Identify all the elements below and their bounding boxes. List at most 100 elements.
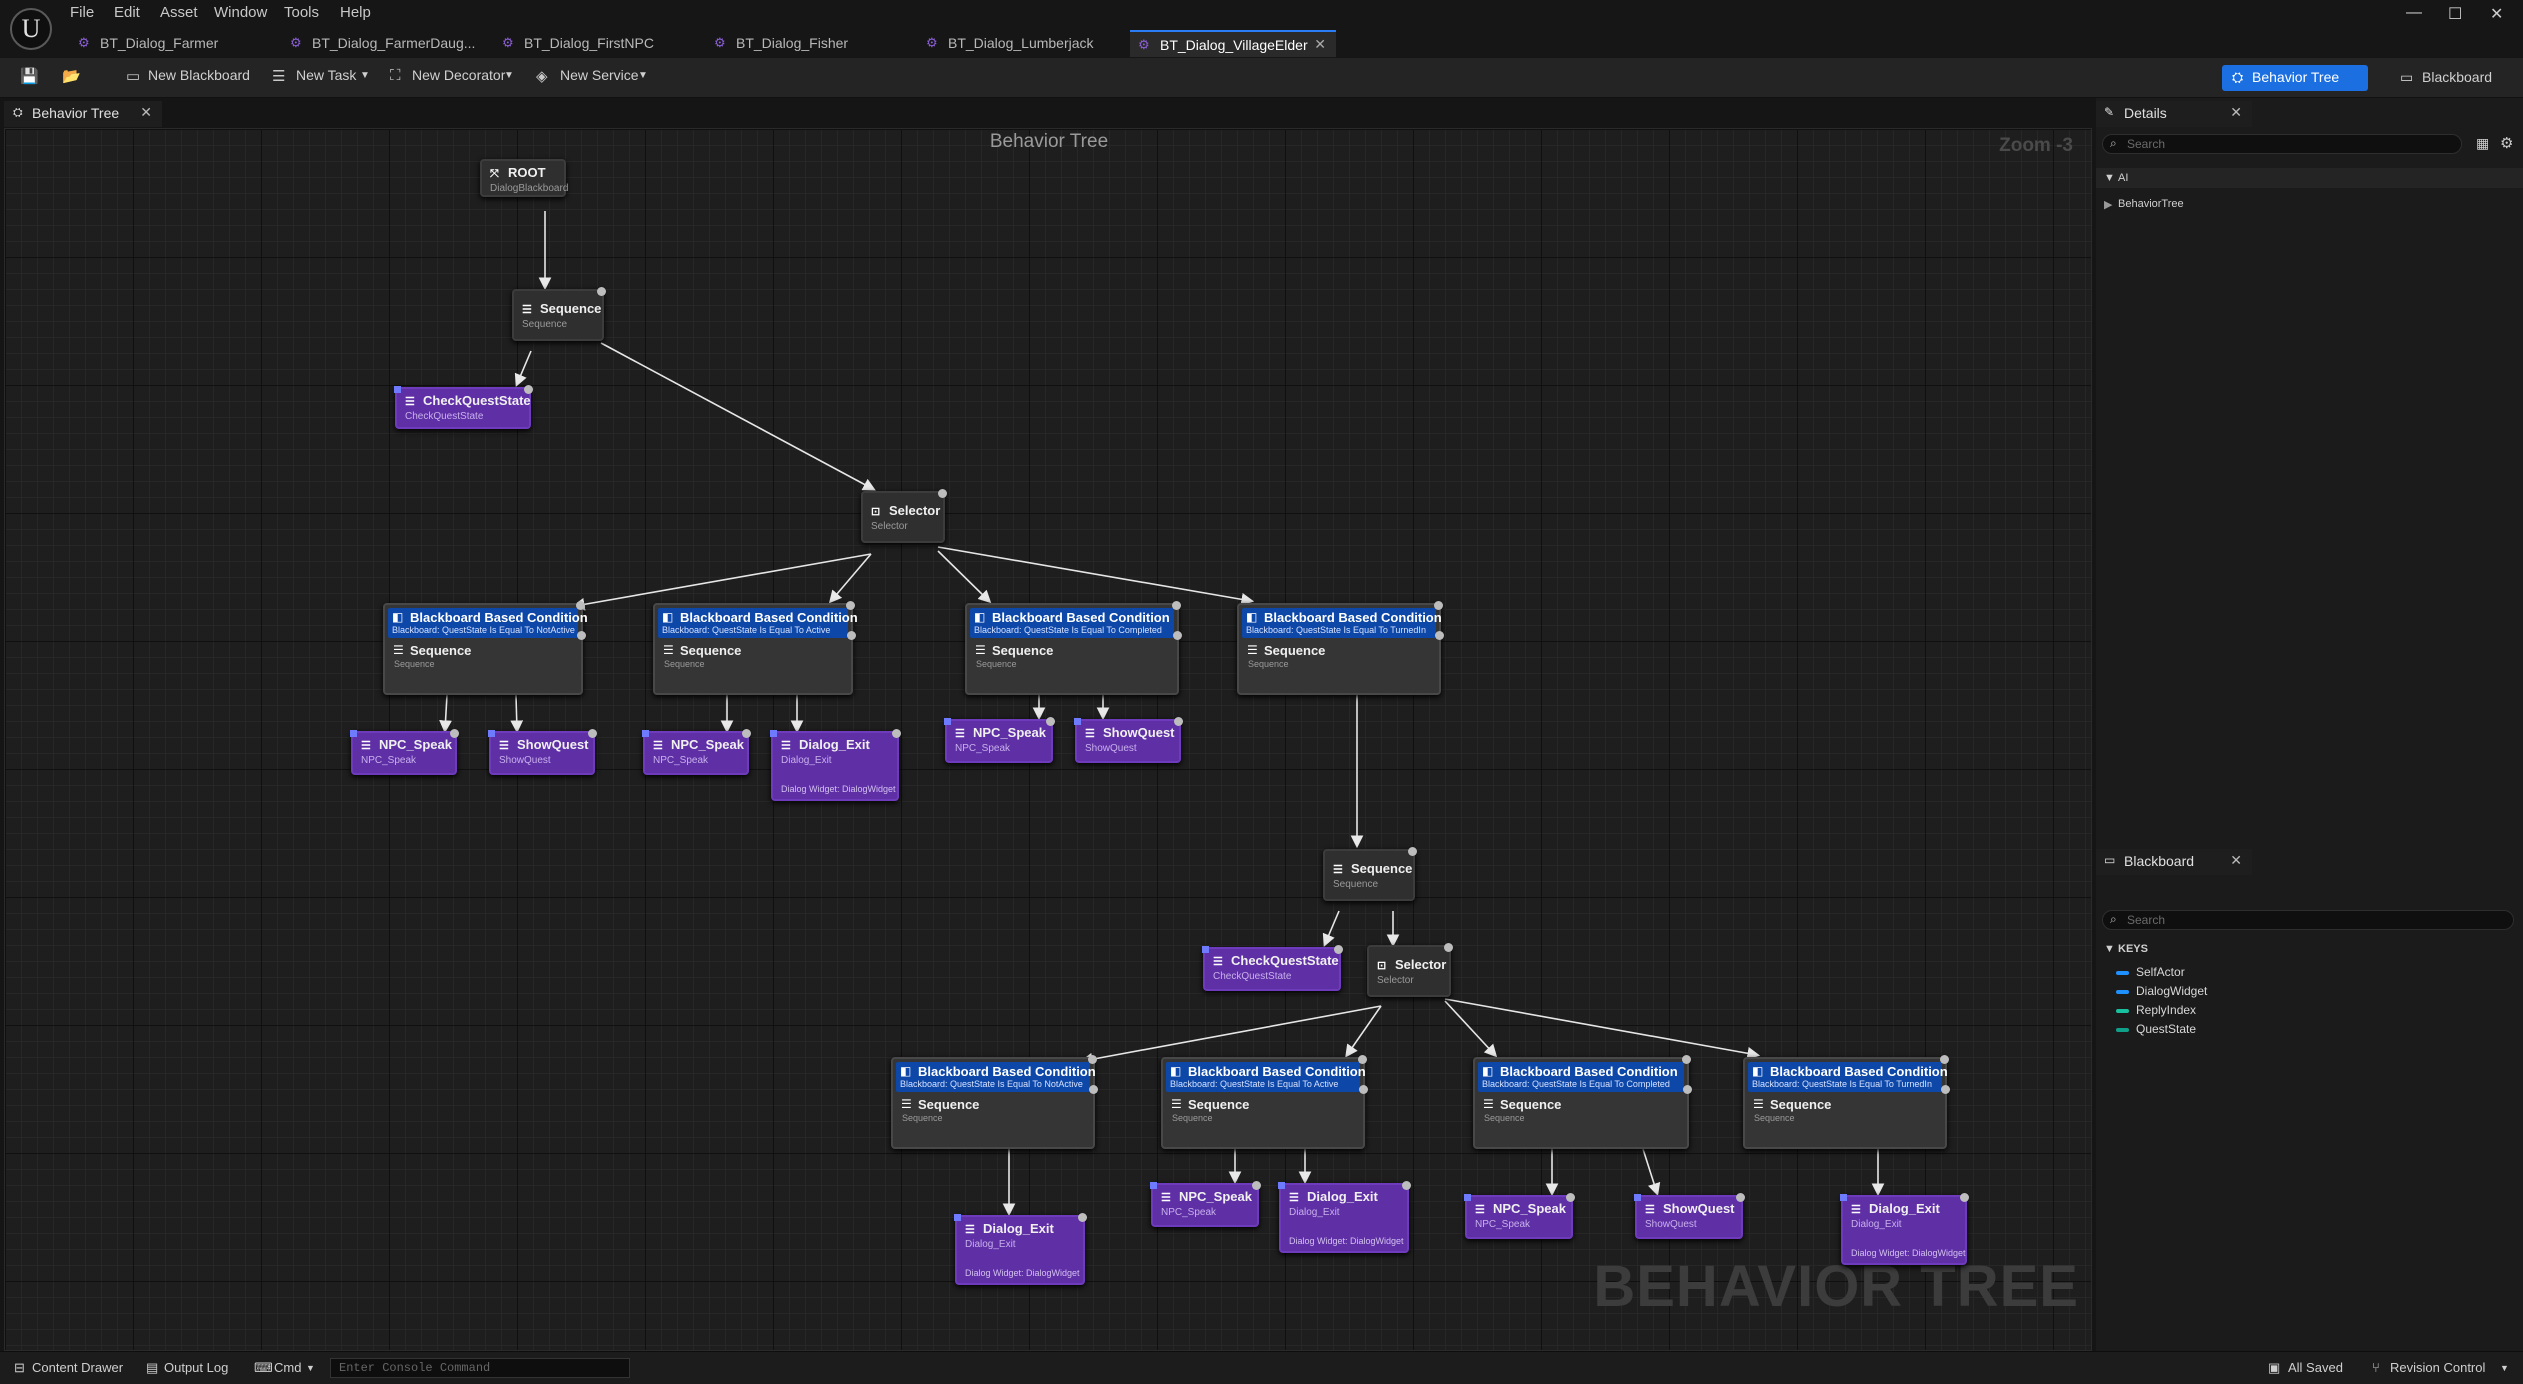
task-node-dialog-exit[interactable]: ☰ Dialog_Exit Dialog_Exit Dialog Widget: …: [770, 729, 901, 801]
task-icon: ☰: [1851, 1204, 1861, 1216]
close-tab-icon[interactable]: ✕: [2230, 852, 2242, 869]
revision-control-button[interactable]: Revision Control: [2390, 1360, 2485, 1375]
tab-details[interactable]: ✎ Details ✕: [2096, 101, 2252, 127]
wire: [937, 550, 992, 604]
minimize-icon[interactable]: —: [2406, 4, 2422, 22]
tab-bt-dialog-farmerdaughter[interactable]: ⚙ BT_Dialog_FarmerDaug...: [282, 30, 487, 57]
task-node-showquest[interactable]: ☰ ShowQuest ShowQuest: [488, 729, 597, 775]
task-icon: ☰: [405, 396, 415, 408]
chevron-down-icon: ▼: [2104, 172, 2115, 184]
behavior-tree-graph[interactable]: Behavior Tree Zoom -3 BEHAVIOR TREE ⤧ ROO…: [4, 128, 2092, 1351]
new-service-button[interactable]: New Service: [560, 67, 639, 83]
wire: [1079, 1005, 1382, 1066]
tab-behavior-tree-graph[interactable]: ⛭ Behavior Tree ✕: [4, 101, 162, 127]
close-tab-icon[interactable]: ✕: [1314, 36, 1326, 53]
content-drawer-button[interactable]: Content Drawer: [32, 1360, 123, 1375]
blackboard-decorator[interactable]: ◧ Blackboard Based Condition Blackboard: Q…: [388, 608, 588, 638]
blackboard-icon: ▭: [2400, 69, 2414, 85]
task-node-showquest[interactable]: ☰ ShowQuest ShowQuest: [1634, 1193, 1745, 1239]
task-node-npc-speak[interactable]: ☰ NPC_Speak NPC_Speak: [944, 717, 1055, 763]
condition-sequence-node[interactable]: ◧ Blackboard Based Condition Blackboard: Q…: [965, 601, 1182, 695]
task-node-dialog-exit[interactable]: ☰ Dialog_Exit Dialog_Exit Dialog Widget: …: [954, 1213, 1087, 1285]
condition-sequence-node[interactable]: ◧ Blackboard Based Condition Blackboard: Q…: [1161, 1055, 1368, 1149]
blackboard-decorator[interactable]: ◧ Blackboard Based Condition Blackboard: Q…: [1478, 1062, 1684, 1092]
menu-window[interactable]: Window: [214, 4, 267, 21]
tab-blackboard[interactable]: ▭ Blackboard ✕: [2096, 849, 2252, 875]
task-node-npc-speak[interactable]: ☰ NPC_Speak NPC_Speak: [1464, 1193, 1575, 1239]
sequence-node[interactable]: ☰ Sequence Sequence: [1323, 847, 1417, 901]
cmd-selector[interactable]: Cmd: [274, 1360, 301, 1375]
zoom-level: Zoom -3: [1999, 135, 2073, 156]
blackboard-decorator[interactable]: ◧ Blackboard Based Condition Blackboard: Q…: [1242, 608, 1442, 638]
new-decorator-button[interactable]: New Decorator: [412, 67, 505, 83]
console-command-input[interactable]: Enter Console Command: [330, 1358, 630, 1378]
close-tab-icon[interactable]: ✕: [2230, 104, 2242, 121]
sequence-icon: ☰: [522, 304, 532, 316]
condition-sequence-node[interactable]: ◧ Blackboard Based Condition Blackboard: Q…: [653, 601, 858, 695]
execution-order-pin: [1172, 601, 1181, 610]
wire: [937, 546, 1255, 606]
menu-edit[interactable]: Edit: [114, 4, 140, 21]
close-tab-icon[interactable]: ✕: [140, 104, 152, 121]
task-icon: ☰: [781, 740, 791, 752]
task-node-showquest[interactable]: ☰ ShowQuest ShowQuest: [1074, 717, 1183, 763]
task-node-checkqueststate[interactable]: ☰ CheckQuestState CheckQuestState: [1202, 945, 1343, 991]
behavior-tree-mode-button[interactable]: ⛭ Behavior Tree: [2222, 65, 2368, 91]
selector-node[interactable]: ⊡ Selector Selector: [1367, 943, 1453, 997]
root-node[interactable]: ⤧ ROOT DialogBlackboard: [480, 159, 568, 197]
task-node-dialog-exit[interactable]: ☰ Dialog_Exit Dialog_Exit Dialog Widget: …: [1278, 1181, 1411, 1253]
blackboard-search-input[interactable]: ⌕ Search: [2102, 910, 2514, 930]
menu-file[interactable]: File: [70, 4, 94, 21]
condition-sequence-node[interactable]: ◧ Blackboard Based Condition Blackboard: Q…: [1237, 601, 1444, 695]
task-node-npc-speak[interactable]: ☰ NPC_Speak NPC_Speak: [350, 729, 459, 775]
blackboard-decorator[interactable]: ◧ Blackboard Based Condition Blackboard: Q…: [1166, 1062, 1366, 1092]
condition-sequence-node[interactable]: ◧ Blackboard Based Condition Blackboard: Q…: [1743, 1055, 1950, 1149]
condition-sequence-node[interactable]: ◧ Blackboard Based Condition Blackboard: Q…: [383, 601, 588, 695]
close-window-icon[interactable]: ✕: [2490, 4, 2503, 24]
wire: [600, 342, 876, 491]
blackboard-key-queststate[interactable]: QuestState: [2116, 1022, 2196, 1036]
sequence-node[interactable]: ☰ Sequence Sequence: [512, 287, 606, 341]
selector-node[interactable]: ⊡ Selector Selector: [861, 489, 947, 543]
blackboard-key-dialogwidget[interactable]: DialogWidget: [2116, 984, 2207, 998]
condition-sequence-node[interactable]: ◧ Blackboard Based Condition Blackboard: Q…: [1473, 1055, 1692, 1149]
blackboard-decorator[interactable]: ◧ Blackboard Based Condition Blackboard: Q…: [1748, 1062, 1948, 1092]
output-log-button[interactable]: Output Log: [164, 1360, 228, 1375]
condition-sequence-node[interactable]: ◧ Blackboard Based Condition Blackboard: Q…: [891, 1055, 1098, 1149]
blackboard-mode-button[interactable]: ▭ Blackboard: [2390, 65, 2510, 91]
save-icon[interactable]: 💾: [20, 67, 39, 85]
wire: [828, 553, 872, 604]
tab-bt-dialog-firstnpc[interactable]: ⚙ BT_Dialog_FirstNPC: [494, 30, 699, 57]
new-task-button[interactable]: New Task: [296, 67, 356, 83]
tab-bt-dialog-villageelder[interactable]: ⚙ BT_Dialog_VillageElder ✕: [1130, 30, 1336, 57]
gear-icon[interactable]: ⚙: [2500, 134, 2513, 152]
blackboard-decorator[interactable]: ◧ Blackboard Based Condition Blackboard: Q…: [896, 1062, 1096, 1092]
tab-bt-dialog-farmer[interactable]: ⚙ BT_Dialog_Farmer: [70, 30, 275, 57]
all-saved-status[interactable]: All Saved: [2288, 1360, 2343, 1375]
tab-bt-dialog-fisher[interactable]: ⚙ BT_Dialog_Fisher: [706, 30, 911, 57]
maximize-icon[interactable]: ☐: [2448, 4, 2462, 24]
task-node-npc-speak[interactable]: ☰ NPC_Speak NPC_Speak: [1150, 1181, 1261, 1227]
task-icon: ☰: [1645, 1204, 1655, 1216]
revision-control-icon: ⑂: [2372, 1360, 2380, 1375]
task-icon: ☰: [1085, 728, 1095, 740]
task-node-checkqueststate[interactable]: ☰ CheckQuestState CheckQuestState: [394, 385, 533, 429]
details-search-input[interactable]: ⌕ Search: [2102, 134, 2462, 154]
details-property-behaviortree[interactable]: ▶ BehaviorTree: [2096, 194, 2523, 214]
menu-help[interactable]: Help: [340, 4, 371, 21]
menu-asset[interactable]: Asset: [160, 4, 198, 21]
blackboard-decorator[interactable]: ◧ Blackboard Based Condition Blackboard: Q…: [658, 608, 858, 638]
new-blackboard-button[interactable]: New Blackboard: [148, 67, 250, 83]
browse-icon[interactable]: 📂: [62, 67, 81, 85]
task-node-dialog-exit[interactable]: ☰ Dialog_Exit Dialog_Exit Dialog Widget: …: [1840, 1193, 1969, 1265]
tab-bt-dialog-lumberjack[interactable]: ⚙ BT_Dialog_Lumberjack: [918, 30, 1123, 57]
blackboard-decorator[interactable]: ◧ Blackboard Based Condition Blackboard: Q…: [970, 608, 1174, 638]
details-category-ai[interactable]: ▼ AI: [2096, 168, 2523, 188]
menu-tools[interactable]: Tools: [284, 4, 319, 21]
blackboard-key-replyindex[interactable]: ReplyIndex: [2116, 1003, 2196, 1017]
blackboard-key-selfactor[interactable]: SelfActor: [2116, 965, 2185, 979]
details-panel: ✎ Details ✕ ⌕ Search ▦ ⚙ ▼ AI ▶ Behavior…: [2096, 98, 2523, 848]
table-view-icon[interactable]: ▦: [2476, 135, 2489, 152]
task-node-npc-speak[interactable]: ☰ NPC_Speak NPC_Speak: [642, 729, 751, 775]
sequence-icon: ☰: [1171, 1097, 1182, 1111]
